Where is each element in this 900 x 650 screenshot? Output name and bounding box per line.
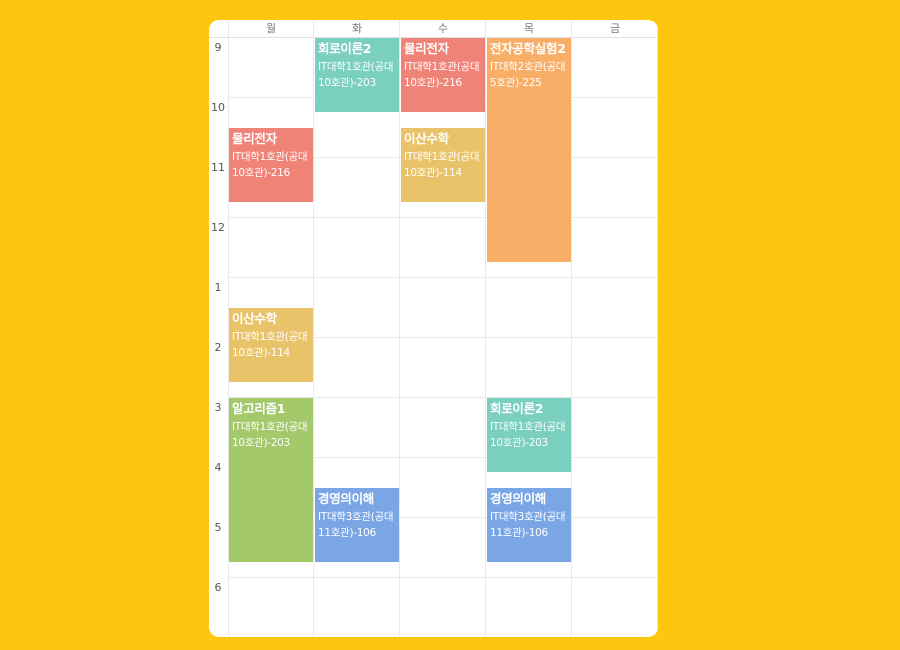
class-room: IT대학2호관(공대5호관)-225 (490, 61, 566, 89)
grid-vline (313, 20, 314, 637)
day-header: 목 (523, 22, 535, 35)
grid-hline (228, 217, 658, 218)
hour-label: 4 (214, 461, 222, 474)
class-title: 전자공학실험2 (490, 41, 566, 56)
class-block[interactable]: 이산수학 IT대학1호관(공대10호관)-114 (401, 128, 485, 202)
grid-vline (399, 20, 400, 637)
grid-hline (228, 577, 658, 578)
grid-vline (571, 20, 572, 637)
hour-label: 9 (214, 41, 222, 54)
class-room: IT대학1호관(공대10호관)-203 (490, 421, 566, 449)
class-title: 이산수학 (232, 311, 277, 326)
class-title: 경영의이해 (318, 491, 375, 506)
class-block[interactable]: 물리전자 IT대학1호관(공대10호관)-216 (229, 128, 313, 202)
day-header: 수 (437, 22, 449, 35)
hour-label: 1 (214, 281, 222, 294)
class-block[interactable]: 회로이론2 IT대학1호관(공대10호관)-203 (487, 398, 571, 472)
class-title: 경영의이해 (490, 491, 547, 506)
class-title: 물리전자 (232, 131, 277, 146)
class-title: 회로이론2 (318, 41, 372, 56)
class-block[interactable]: 전자공학실험2 IT대학2호관(공대5호관)-225 (487, 38, 571, 262)
hour-label: 3 (214, 401, 222, 414)
class-title: 알고리즘1 (232, 401, 286, 416)
day-header: 월 (265, 22, 277, 35)
class-room: IT대학3호관(공대11호관)-106 (490, 511, 566, 539)
grid-hline (228, 277, 658, 278)
class-room: IT대학1호관(공대10호관)-114 (404, 151, 480, 179)
class-room: IT대학1호관(공대10호관)-114 (232, 331, 308, 359)
day-header: 화 (351, 22, 363, 35)
class-block[interactable]: 회로이론2 IT대학1호관(공대10호관)-203 (315, 38, 399, 112)
class-block[interactable]: 물리전자 IT대학1호관(공대10호관)-216 (401, 38, 485, 112)
class-room: IT대학1호관(공대10호관)-203 (232, 421, 308, 449)
hour-label: 2 (214, 341, 222, 354)
class-block[interactable]: 이산수학 IT대학1호관(공대10호관)-114 (229, 308, 313, 382)
class-block[interactable]: 경영의이해 IT대학3호관(공대11호관)-106 (315, 488, 399, 562)
class-block[interactable]: 알고리즘1 IT대학1호관(공대10호관)-203 (229, 398, 313, 562)
class-room: IT대학3호관(공대11호관)-106 (318, 511, 394, 539)
hour-label: 5 (214, 521, 222, 534)
class-title: 물리전자 (404, 41, 449, 56)
class-room: IT대학1호관(공대10호관)-203 (318, 61, 394, 89)
grid-vline (485, 20, 486, 637)
class-title: 회로이론2 (490, 401, 544, 416)
grid-vline (657, 20, 658, 637)
hour-label: 12 (211, 221, 225, 234)
hour-label: 10 (211, 101, 225, 114)
class-block[interactable]: 경영의이해 IT대학3호관(공대11호관)-106 (487, 488, 571, 562)
timetable-card: 월화수목금 9 10 11 12 1 2 3 4 5 6 물리전자 IT대학1호관(공대10호관)-… (209, 20, 658, 637)
hour-label: 11 (211, 161, 225, 174)
class-room: IT대학1호관(공대10호관)-216 (232, 151, 308, 179)
class-room: IT대학1호관(공대10호관)-216 (404, 61, 480, 89)
class-title: 이산수학 (404, 131, 449, 146)
day-header: 금 (609, 22, 621, 35)
hour-label: 6 (214, 581, 222, 594)
